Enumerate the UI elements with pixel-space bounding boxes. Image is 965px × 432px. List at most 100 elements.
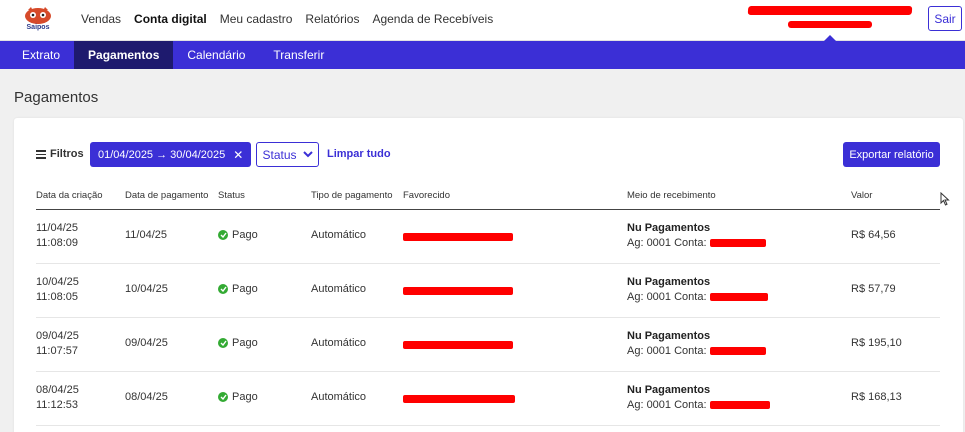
- payment-date: 11/04/25: [125, 229, 168, 241]
- chevron-down-icon: [302, 151, 313, 158]
- created-cell: 08/04/25 11:12:53: [36, 383, 126, 413]
- value: R$ 64,56: [851, 229, 896, 241]
- table-row[interactable]: 09/04/25 11:07:57 09/04/25 Pago Automáti…: [36, 318, 940, 372]
- header-status[interactable]: Status: [218, 190, 245, 201]
- receiving-method-cell: Nu Pagamentos Ag: 0001 Conta:: [627, 221, 766, 251]
- beneficiary-redacted: [403, 339, 513, 351]
- clear-all-link[interactable]: Limpar tudo: [327, 148, 391, 160]
- account-label: Ag: 0001 Conta:: [627, 237, 707, 249]
- page-title: Pagamentos: [14, 89, 99, 106]
- tab-pagamentos[interactable]: Pagamentos: [74, 41, 174, 69]
- header-receiving-method[interactable]: Meio de recebimento: [627, 190, 716, 201]
- created-cell: 10/04/25 11:08:05: [36, 275, 126, 305]
- created-date: 08/04/25: [36, 384, 79, 396]
- check-circle-icon: [218, 284, 228, 294]
- bank-name: Nu Pagamentos: [627, 276, 711, 288]
- export-report-button[interactable]: Exportar relatório: [843, 142, 940, 167]
- logout-button[interactable]: Sair: [928, 6, 962, 31]
- account-line: Ag: 0001 Conta:: [627, 344, 766, 359]
- status-cell: Pago: [218, 391, 258, 403]
- top-nav: Vendas Conta digital Meu cadastro Relató…: [81, 12, 493, 26]
- table-row[interactable]: 10/04/25 11:08:05 10/04/25 Pago Automáti…: [36, 264, 940, 318]
- account-label: Ag: 0001 Conta:: [627, 399, 707, 411]
- beneficiary-redacted: [403, 285, 513, 297]
- status-text: Pago: [232, 337, 258, 349]
- top-bar: Saipos Vendas Conta digital Meu cadastro…: [0, 0, 965, 41]
- tab-extrato[interactable]: Extrato: [0, 41, 74, 69]
- filters-button[interactable]: Filtros: [36, 148, 84, 161]
- created-date: 09/04/25: [36, 330, 79, 342]
- nav-conta-digital[interactable]: Conta digital: [134, 12, 207, 26]
- receiving-method-cell: Nu Pagamentos Ag: 0001 Conta:: [627, 275, 768, 305]
- check-circle-icon: [218, 392, 228, 402]
- check-circle-icon: [218, 338, 228, 348]
- status-cell: Pago: [218, 229, 258, 241]
- mouse-cursor-icon: [940, 192, 950, 206]
- account-number-redacted: [709, 239, 766, 248]
- nav-meu-cadastro[interactable]: Meu cadastro: [220, 12, 293, 26]
- header-payment-date[interactable]: Data de pagamento: [125, 190, 208, 201]
- value: R$ 168,13: [851, 391, 902, 403]
- status-cell: Pago: [218, 283, 258, 295]
- payment-type: Automático: [311, 391, 367, 403]
- payment-date: 09/04/25: [125, 337, 168, 349]
- created-date: 11/04/25: [36, 222, 79, 234]
- bank-name: Nu Pagamentos: [627, 330, 711, 342]
- status-text: Pago: [232, 283, 258, 295]
- created-date: 10/04/25: [36, 276, 79, 288]
- table-row[interactable]: 11/04/25 11:08:09 11/04/25 Pago Automáti…: [36, 210, 940, 264]
- status-cell: Pago: [218, 337, 258, 349]
- nav-relatorios[interactable]: Relatórios: [305, 12, 359, 26]
- menu-lines-icon: [36, 148, 46, 161]
- account-line: Ag: 0001 Conta:: [627, 290, 768, 305]
- tab-transferir[interactable]: Transferir: [259, 41, 338, 69]
- beneficiary-redacted: [403, 231, 513, 243]
- status-text: Pago: [232, 391, 258, 403]
- nav-vendas[interactable]: Vendas: [81, 12, 121, 26]
- created-cell: 09/04/25 11:07:57: [36, 329, 126, 359]
- check-circle-icon: [218, 230, 228, 240]
- value: R$ 57,79: [851, 283, 896, 295]
- header-value[interactable]: Valor: [851, 190, 872, 201]
- account-label: Ag: 0001 Conta:: [627, 291, 707, 303]
- beneficiary-redacted: [403, 393, 515, 405]
- payment-type: Automático: [311, 229, 367, 241]
- receiving-method-cell: Nu Pagamentos Ag: 0001 Conta:: [627, 329, 766, 359]
- tab-calendario[interactable]: Calendário: [173, 41, 259, 69]
- filters-label: Filtros: [50, 148, 84, 161]
- table-row[interactable]: 08/04/25 11:12:53 08/04/25 Pago Automáti…: [36, 372, 940, 426]
- account-line: Ag: 0001 Conta:: [627, 236, 766, 251]
- created-time: 11:07:57: [36, 345, 79, 357]
- created-cell: 11/04/25 11:08:09: [36, 221, 126, 251]
- payment-date: 10/04/25: [125, 283, 168, 295]
- payment-type: Automático: [311, 337, 367, 349]
- status-text: Pago: [232, 229, 258, 241]
- sub-nav: Extrato Pagamentos Calendário Transferir: [0, 41, 965, 69]
- bank-name: Nu Pagamentos: [627, 222, 711, 234]
- account-number-redacted: [709, 347, 766, 356]
- header-beneficiary[interactable]: Favorecido: [403, 190, 450, 201]
- bank-name: Nu Pagamentos: [627, 384, 711, 396]
- status-dropdown[interactable]: Status: [256, 142, 319, 167]
- created-time: 11:12:53: [36, 399, 79, 411]
- account-label: Ag: 0001 Conta:: [627, 345, 707, 357]
- account-number-redacted: [709, 401, 770, 410]
- close-icon[interactable]: ✕: [233, 148, 243, 162]
- created-time: 11:08:05: [36, 291, 79, 303]
- redacted-user-name: [747, 6, 913, 15]
- payments-card: Filtros 01/04/2025 → 30/04/2025 ✕ Status…: [14, 118, 963, 432]
- created-time: 11:08:09: [36, 237, 79, 249]
- header-created[interactable]: Data da criação: [36, 190, 103, 201]
- date-range-text: 01/04/2025 → 30/04/2025: [98, 148, 226, 161]
- status-dropdown-label: Status: [262, 147, 297, 162]
- header-payment-type[interactable]: Tipo de pagamento: [311, 190, 393, 201]
- nav-agenda-recebiveis[interactable]: Agenda de Recebíveis: [372, 12, 493, 26]
- receiving-method-cell: Nu Pagamentos Ag: 0001 Conta:: [627, 383, 770, 413]
- table-header: Data da criação Data de pagamento Status…: [36, 190, 940, 210]
- payment-date: 08/04/25: [125, 391, 168, 403]
- date-range-chip[interactable]: 01/04/2025 → 30/04/2025 ✕: [90, 142, 252, 167]
- value: R$ 195,10: [851, 337, 902, 349]
- logo-text: Saipos: [26, 24, 50, 31]
- account-line: Ag: 0001 Conta:: [627, 398, 770, 413]
- saipos-logo-icon[interactable]: Saipos: [18, 6, 58, 36]
